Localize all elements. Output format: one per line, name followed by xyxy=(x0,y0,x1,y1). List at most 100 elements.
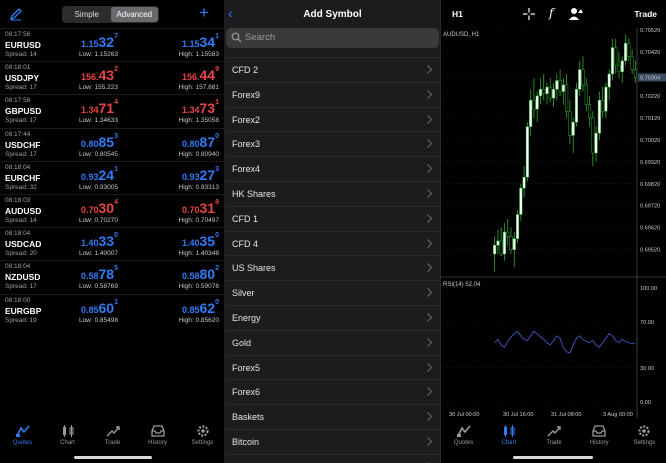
trade-button[interactable]: Trade xyxy=(634,9,657,19)
candle-body xyxy=(515,214,520,239)
symbol-group-item[interactable]: NGAS xyxy=(225,453,440,463)
chevron-right-icon xyxy=(427,387,432,397)
price-chart[interactable]: AUDUSD, H1 RSI(14) 52.04 0.70520 0.70420 0.7… xyxy=(441,28,666,420)
search-placeholder: Search xyxy=(245,32,276,43)
quote-row[interactable]: 08:18:01 USDJPY Spread: 17 156.432 156.449 Lo… xyxy=(0,61,225,94)
ask-price: 0.93273 xyxy=(181,165,219,183)
chevron-right-icon xyxy=(427,65,432,74)
candle-body xyxy=(529,100,533,127)
quote-low: Low: 0.93005 xyxy=(78,183,118,191)
quote-spread: Spread: 17 xyxy=(5,283,37,291)
symbol-group-item[interactable]: Forex9 xyxy=(225,81,440,107)
price-tick-label: 0.69920 xyxy=(640,160,660,166)
symbol-group-label: Forex5 xyxy=(232,362,261,373)
symbol-group-list: CFD 2 Forex9 Forex2 Forex3 Forex4 HK Shares CF… xyxy=(225,57,440,463)
quotes-list: 08:17:56 EURUSD Spread: 14 1.15327 1.15341 Lo… xyxy=(0,28,225,327)
add-symbol-header: ‹ Add Symbol xyxy=(225,0,440,28)
symbol-group-item[interactable]: CFD 2 xyxy=(225,57,440,82)
quote-symbol: AUDUSD xyxy=(5,205,42,216)
symbol-group-label: Forex2 xyxy=(232,114,261,125)
quote-high: High: 1.15583 xyxy=(178,51,219,58)
mode-advanced-button[interactable]: Advanced xyxy=(110,7,158,22)
tab-quotes-right[interactable]: Quotes xyxy=(441,421,486,463)
ask-price: 156.449 xyxy=(181,66,219,84)
chevron-right-icon xyxy=(427,288,432,298)
quote-row[interactable]: 08:18:00 EURGBP Spread: 19 0.85601 0.85620 Lo… xyxy=(0,293,225,327)
quote-row[interactable]: 08:18:04 EURCHF Spread: 32 0.93241 0.93273 Lo… xyxy=(0,160,225,194)
symbol-group-item[interactable]: Silver xyxy=(225,280,440,305)
quote-row[interactable]: 08:17:58 GBPUSD Spread: 17 1.34714 1.34731 Lo… xyxy=(0,94,225,127)
quote-time: 08:18:04 xyxy=(5,230,31,238)
rsi-label: RSI(14) 52.04 xyxy=(443,282,481,288)
tab-settings-label: Settings xyxy=(191,440,214,446)
candle-body xyxy=(594,132,598,154)
symbol-group-item[interactable]: Forex3 xyxy=(225,131,440,156)
symbol-group-item[interactable]: Gold xyxy=(225,329,440,355)
quote-time: 08:17:44 xyxy=(5,130,31,138)
home-indicator xyxy=(74,456,152,459)
home-indicator xyxy=(513,456,593,459)
mode-segmented-control[interactable]: Simple Advanced xyxy=(62,6,159,23)
add-symbol-button[interactable]: + xyxy=(199,4,209,21)
symbol-group-item[interactable]: Forex4 xyxy=(225,156,440,181)
candle-body xyxy=(561,84,565,92)
rsi-tick-label: 70.00 xyxy=(640,320,654,326)
quote-high: High: 0.93313 xyxy=(178,183,219,191)
symbol-group-item[interactable]: Baskets xyxy=(225,404,440,429)
candle-body xyxy=(591,117,595,154)
quotes-icon xyxy=(15,425,30,437)
symbol-group-item[interactable]: CFD 1 xyxy=(225,205,440,231)
symbol-group-item[interactable]: US Shares xyxy=(225,255,440,280)
symbol-group-item[interactable]: Bitcoin xyxy=(225,428,440,454)
symbol-group-item[interactable]: Energy xyxy=(225,304,440,330)
quote-time: 08:17:58 xyxy=(5,97,31,105)
quote-row[interactable]: 08:17:56 EURUSD Spread: 14 1.15327 1.15341 Lo… xyxy=(0,28,225,61)
symbol-group-label: Forex4 xyxy=(232,164,261,175)
tab-quotes-label: Quotes xyxy=(453,440,474,446)
candle-body xyxy=(597,100,601,134)
crosshair-icon[interactable] xyxy=(523,8,535,20)
symbol-group-item[interactable]: Forex5 xyxy=(225,354,440,380)
quote-spread: Spread: 19 xyxy=(5,316,37,324)
candle-body xyxy=(627,42,631,57)
current-price-label: 0.70304 xyxy=(640,75,660,81)
chevron-right-icon xyxy=(427,263,432,273)
symbol-group-item[interactable]: Forex2 xyxy=(225,106,440,132)
quotes-toolbar: Simple Advanced + xyxy=(0,0,225,28)
price-tick-label: 0.69720 xyxy=(640,204,660,210)
objects-shapes-icon[interactable] xyxy=(569,7,583,20)
chevron-right-icon xyxy=(427,89,432,99)
symbol-group-item[interactable]: Forex6 xyxy=(225,379,440,404)
ask-price: 0.58802 xyxy=(181,265,219,283)
ask-price: 1.40350 xyxy=(181,232,219,250)
chevron-right-icon xyxy=(427,313,432,322)
search-icon xyxy=(231,32,242,43)
quote-row[interactable]: 08:18:04 USDCAD Spread: 20 1.40330 1.40350 Lo… xyxy=(0,227,225,260)
quote-row[interactable]: 08:17:44 USDCHF Spread: 17 0.80853 0.80870 Lo… xyxy=(0,127,225,161)
timeframe-button[interactable]: H1 xyxy=(452,9,463,19)
symbol-group-item[interactable]: CFD 4 xyxy=(225,230,440,256)
price-tick-label: 0.70520 xyxy=(640,28,660,34)
candle-body xyxy=(493,245,497,255)
indicators-icon[interactable]: f xyxy=(549,6,553,20)
candle-body xyxy=(581,69,585,86)
symbol-group-label: Forex3 xyxy=(232,139,261,150)
symbol-group-item[interactable]: HK Shares xyxy=(225,180,440,206)
tab-settings-right[interactable]: Settings xyxy=(622,421,666,463)
mode-simple-button[interactable]: Simple xyxy=(63,7,111,22)
quote-row[interactable]: 08:18:03 AUDUSD Spread: 14 0.70304 0.70318 Lo… xyxy=(0,193,225,227)
tab-settings[interactable]: Settings xyxy=(180,421,225,463)
edit-pencil-icon[interactable] xyxy=(9,7,23,21)
search-input[interactable]: Search xyxy=(226,28,439,48)
candle-body xyxy=(587,104,592,119)
candle-body xyxy=(522,176,526,189)
chevron-right-icon xyxy=(427,362,432,372)
candle-body xyxy=(512,238,516,250)
tab-history-label: History xyxy=(589,440,609,446)
candle-body xyxy=(509,236,513,250)
tab-quotes[interactable]: Quotes xyxy=(0,421,45,463)
price-tick-label: 0.69620 xyxy=(640,226,660,232)
quote-row[interactable]: 08:18:04 NZDUSD Spread: 17 0.58785 0.58802 Lo… xyxy=(0,260,225,293)
chevron-right-icon xyxy=(427,139,432,149)
quote-spread: Spread: 17 xyxy=(5,117,37,125)
